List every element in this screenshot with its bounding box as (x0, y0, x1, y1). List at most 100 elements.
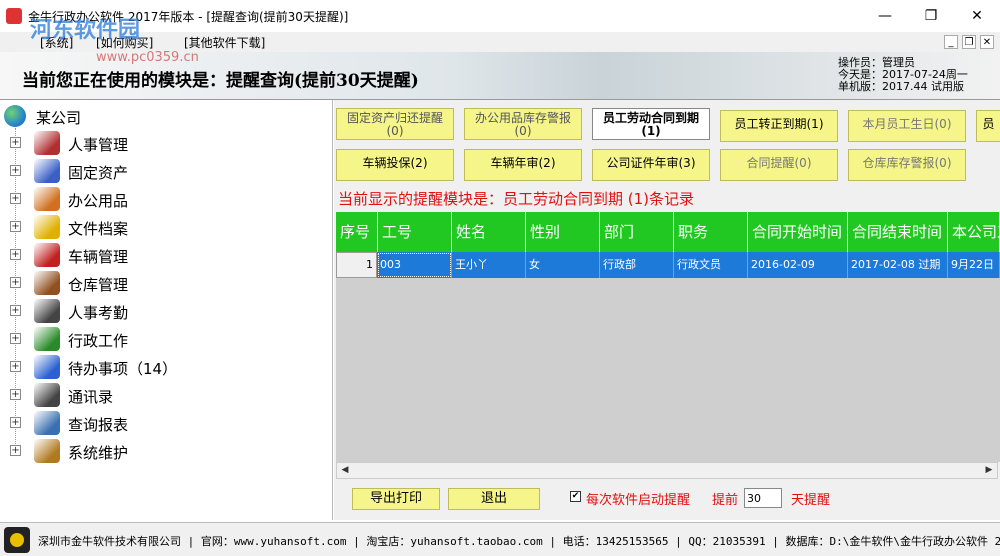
mdi-restore-button[interactable]: ❐ (962, 35, 976, 49)
expand-icon[interactable]: + (10, 277, 21, 288)
tree-item-label: 待办事项（14） (68, 360, 178, 378)
table-cell-hire-date[interactable]: 9月22日 (948, 252, 1000, 278)
horizontal-scrollbar[interactable]: ◀ ▶ (336, 462, 998, 479)
advance-days-input[interactable] (744, 488, 782, 508)
table-cell-department[interactable]: 行政部 (600, 252, 674, 278)
maximize-button[interactable]: ❐ (908, 0, 954, 32)
status-shop-label: 淘宝店： (366, 535, 411, 548)
status-site-label: 官网： (200, 535, 234, 548)
button-count: (0) (514, 124, 532, 138)
table-cell-position[interactable]: 行政文员 (674, 252, 748, 278)
tree-item-fixed-assets[interactable]: + 固定资产 (10, 158, 310, 184)
status-shop[interactable]: yuhansoft.taobao.com (410, 535, 542, 548)
expand-icon[interactable]: + (10, 305, 21, 316)
expand-icon[interactable]: + (10, 417, 21, 428)
column-header-no[interactable]: 序号 (336, 212, 378, 252)
tree-item-office-supplies[interactable]: + 办公用品 (10, 186, 310, 212)
status-qq-label: QQ： (688, 535, 713, 548)
globe-icon (4, 105, 26, 127)
vehicle-insurance-button[interactable]: 车辆投保(2) (336, 149, 454, 181)
row-number[interactable]: 1 (336, 252, 377, 278)
car-icon (34, 243, 60, 267)
version-label: 单机版：2017.44 试用版 (838, 80, 964, 93)
column-header-contract-start[interactable]: 合同开始时间 (748, 212, 848, 252)
tools-icon (34, 439, 60, 463)
supplies-icon (34, 187, 60, 211)
column-header-position[interactable]: 职务 (674, 212, 748, 252)
tree-item-warehouse[interactable]: + 仓库管理 (10, 270, 310, 296)
button-count: (1) (641, 124, 661, 138)
reminder-grid[interactable]: 序号 工号 姓名 性别 部门 职务 合同开始时间 合同结束时间 本公司工 1 0… (336, 212, 1000, 462)
tree-item-documents[interactable]: + 文件档案 (10, 214, 310, 240)
column-header-gender[interactable]: 性别 (526, 212, 600, 252)
expand-icon[interactable]: + (10, 333, 21, 344)
company-logo-icon (4, 527, 30, 553)
column-header-id[interactable]: 工号 (378, 212, 452, 252)
office-supplies-stock-alert-button[interactable]: 办公用品库存警报 (0) (464, 108, 582, 140)
column-header-hire-date[interactable]: 本公司工 (948, 212, 1000, 252)
close-button[interactable]: ✕ (954, 0, 1000, 32)
tree-item-label: 仓库管理 (68, 276, 129, 294)
watermark-url: www.pc0359.cn (96, 50, 199, 65)
tree-item-label: 行政工作 (68, 332, 129, 350)
tree-item-attendance[interactable]: + 人事考勤 (10, 298, 310, 324)
minimize-button[interactable]: — (862, 0, 908, 32)
probation-expiry-button[interactable]: 员工转正到期(1) (720, 110, 838, 142)
more-reminders-button[interactable]: 员 (976, 110, 1000, 142)
tree-root-label: 某公司 (36, 109, 82, 127)
tree-item-label: 车辆管理 (68, 248, 129, 266)
contact-icon (34, 383, 60, 407)
startup-reminder-label: 每次软件启动提醒 (586, 493, 691, 508)
scroll-right-icon[interactable]: ▶ (981, 463, 997, 478)
scroll-left-icon[interactable]: ◀ (337, 463, 353, 478)
title-bar: 金牛行政办公软件 2017年版本 - [提醒查询(提前30天提醒)] — ❐ ✕ (0, 0, 1000, 32)
expand-icon[interactable]: + (10, 361, 21, 372)
status-company: 深圳市金牛软件技术有限公司 (38, 535, 181, 548)
expand-icon[interactable]: + (10, 249, 21, 260)
column-header-contract-end[interactable]: 合同结束时间 (848, 212, 948, 252)
warehouse-icon (34, 271, 60, 295)
exit-button[interactable]: 退出 (448, 488, 540, 510)
tree-item-todo[interactable]: + 待办事项（14） (10, 354, 310, 380)
tree-item-reports[interactable]: + 查询报表 (10, 410, 310, 436)
current-reminder-notice: 当前显示的提醒模块是：员工劳动合同到期 (1)条记录 (338, 190, 695, 208)
table-cell-id[interactable]: 003 (377, 252, 452, 278)
column-header-department[interactable]: 部门 (600, 212, 674, 252)
contract-reminder-button[interactable]: 合同提醒(0) (720, 149, 838, 181)
tree-item-personnel[interactable]: + 人事管理 (10, 130, 310, 156)
tree-item-vehicles[interactable]: + 车辆管理 (10, 242, 310, 268)
vehicle-inspection-button[interactable]: 车辆年审(2) (464, 149, 582, 181)
expand-icon[interactable]: + (10, 165, 21, 176)
advance-suffix-label: 天提醒 (791, 493, 831, 508)
status-db-label: 数据库： (785, 535, 830, 548)
column-header-name[interactable]: 姓名 (452, 212, 526, 252)
export-print-button[interactable]: 导出打印 (352, 488, 440, 510)
labor-contract-expiry-button[interactable]: 员工劳动合同到期 (1) (592, 108, 710, 140)
menu-other-downloads[interactable]: [其他软件下载] (184, 34, 265, 51)
tree-item-label: 文件档案 (68, 220, 129, 238)
advance-prefix-label: 提前 (712, 493, 739, 508)
expand-icon[interactable]: + (10, 445, 21, 456)
birthday-this-month-button[interactable]: 本月员工生日(0) (848, 110, 966, 142)
startup-reminder-checkbox[interactable]: ✔ (570, 491, 581, 502)
status-site[interactable]: www.yuhansoft.com (234, 535, 347, 548)
expand-icon[interactable]: + (10, 137, 21, 148)
mdi-minimize-button[interactable]: _ (944, 35, 958, 49)
company-license-review-button[interactable]: 公司证件年审(3) (592, 149, 710, 181)
tree-item-label: 系统维护 (68, 444, 129, 462)
table-cell-contract-start[interactable]: 2016-02-09 (748, 252, 848, 278)
tree-item-contacts[interactable]: + 通讯录 (10, 382, 310, 408)
warehouse-stock-alert-button[interactable]: 仓库库存警报(0) (848, 149, 966, 181)
table-cell-contract-end[interactable]: 2017-02-08 过期 (848, 252, 948, 278)
tree-item-label: 通讯录 (68, 388, 114, 406)
expand-icon[interactable]: + (10, 389, 21, 400)
table-cell-gender[interactable]: 女 (526, 252, 600, 278)
fixed-asset-return-reminder-button[interactable]: 固定资产归还提醒 (0) (336, 108, 454, 140)
pencil-icon (34, 355, 60, 379)
table-cell-name[interactable]: 王小丫 (452, 252, 526, 278)
mdi-close-button[interactable]: ✕ (980, 35, 994, 49)
expand-icon[interactable]: + (10, 193, 21, 204)
tree-item-admin-work[interactable]: + 行政工作 (10, 326, 310, 352)
expand-icon[interactable]: + (10, 221, 21, 232)
tree-item-system-maintenance[interactable]: + 系统维护 (10, 438, 310, 464)
